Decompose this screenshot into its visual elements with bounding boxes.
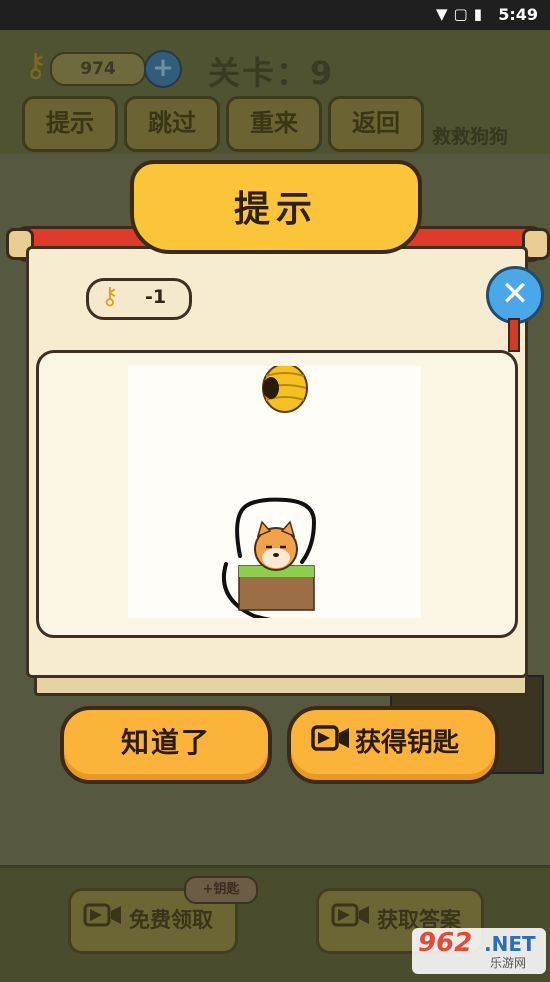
key-icon: ⚷ xyxy=(24,46,48,84)
status-icons: ▼▢▮ xyxy=(436,5,488,23)
back-button[interactable]: 返回 xyxy=(328,96,424,152)
key-cost-value: -1 xyxy=(145,286,167,308)
grass-block xyxy=(238,565,315,611)
watermark-brand: 962 xyxy=(418,928,473,958)
video-camera-icon xyxy=(331,892,371,950)
watermark-sub: 乐游网 xyxy=(490,956,527,970)
hint-button[interactable]: 提示 xyxy=(22,96,118,152)
video-camera-icon xyxy=(311,711,351,777)
dialog-title: 提示 xyxy=(233,189,318,230)
site-watermark: 962 .NET 乐游网 xyxy=(412,928,546,974)
close-icon: ✕ xyxy=(500,274,530,314)
dialog-title-plaque: 提示 xyxy=(130,160,422,254)
get-keys-label: 获得钥匙 xyxy=(355,728,460,758)
key-count: 974 xyxy=(50,52,146,86)
skip-button[interactable]: 跳过 xyxy=(124,96,220,152)
watermark-suffix: .NET xyxy=(484,932,536,956)
video-camera-icon xyxy=(83,892,123,950)
beehive-icon xyxy=(262,363,308,413)
keys-badge: +钥匙 xyxy=(184,876,258,904)
level-title: 关卡：9 xyxy=(208,54,335,92)
restart-button[interactable]: 重来 xyxy=(226,96,322,152)
dog-face-icon xyxy=(254,520,298,571)
no-sim-icon: ▢ xyxy=(453,5,474,23)
status-time: 5:49 xyxy=(498,5,538,24)
free-claim-label: 免费领取 xyxy=(129,908,213,932)
solution-drawing xyxy=(221,363,317,625)
battery-charging-icon: ▮ xyxy=(473,5,488,23)
level-name: 救救狗狗 xyxy=(432,126,509,148)
key-counter: 974 ⚷ + xyxy=(24,46,182,88)
add-keys-button[interactable]: + xyxy=(144,50,182,88)
key-cost-pill: ⚷ -1 xyxy=(86,278,192,320)
tassel-decoration xyxy=(508,318,520,352)
wifi-icon: ▼ xyxy=(436,5,454,23)
close-button[interactable]: ✕ xyxy=(486,266,544,324)
solution-preview xyxy=(128,363,421,625)
status-bar: ▼▢▮ 5:49 xyxy=(0,0,550,30)
key-icon: ⚷ xyxy=(101,282,119,310)
get-keys-button[interactable]: 获得钥匙 xyxy=(287,706,499,784)
confirm-button[interactable]: 知道了 xyxy=(60,706,272,784)
